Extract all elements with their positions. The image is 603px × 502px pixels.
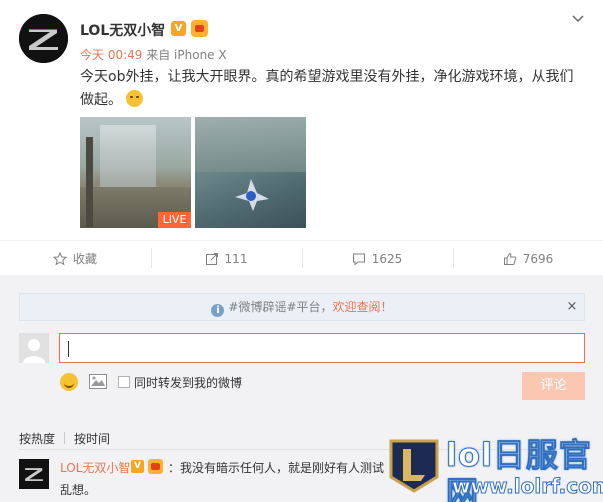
z-logo-icon bbox=[19, 14, 68, 63]
text-caret bbox=[68, 341, 69, 357]
rumor-notice-banner: i #微博辟谣#平台，欢迎查阅！ bbox=[19, 293, 585, 321]
medal-icon[interactable] bbox=[191, 20, 208, 37]
game-character-icon bbox=[235, 179, 269, 211]
z-logo-icon bbox=[19, 459, 49, 489]
divider bbox=[151, 248, 152, 268]
info-icon: i bbox=[211, 304, 225, 317]
divider bbox=[453, 248, 454, 268]
repost-icon bbox=[205, 253, 218, 265]
image-content bbox=[86, 137, 93, 227]
commenter-avatar[interactable] bbox=[19, 459, 49, 489]
image-content bbox=[195, 117, 306, 172]
weibo-post: LOL无双小智 V 今天 00:49 来自 iPhone X 今天ob外挂，让我… bbox=[0, 0, 603, 240]
commenter-name[interactable]: LOL无双小智 bbox=[60, 459, 130, 476]
like-count: 7696 bbox=[522, 252, 554, 266]
chevron-down-icon[interactable] bbox=[572, 13, 584, 25]
comment-text: ：我没有暗示任何人，就是刚好有人测试 bbox=[168, 461, 385, 475]
comment-button[interactable]: 1625 bbox=[302, 241, 452, 277]
notice-link[interactable]: 欢迎查阅！ bbox=[333, 300, 393, 314]
post-text-body: 今天ob外挂，让我大开眼界。真的希望游戏里没有外挂，净化游戏环境，从我们做起。 bbox=[80, 69, 574, 108]
like-button[interactable]: 7696 bbox=[453, 241, 603, 277]
verified-badge-icon[interactable]: V bbox=[171, 21, 186, 36]
post-meta: 今天 00:49 来自 iPhone X bbox=[80, 46, 227, 63]
repost-checkbox[interactable] bbox=[118, 376, 130, 388]
repost-checkbox-label[interactable]: 同时转发到我的微博 bbox=[134, 374, 242, 391]
sort-by-time[interactable]: 按时间 bbox=[74, 432, 110, 446]
divider bbox=[64, 432, 66, 444]
medal-icon[interactable] bbox=[148, 459, 163, 474]
image-upload-icon[interactable] bbox=[89, 374, 107, 389]
close-icon[interactable]: × bbox=[566, 299, 578, 315]
live-badge: LIVE bbox=[158, 212, 191, 228]
favorite-button[interactable]: 收藏 bbox=[0, 241, 150, 277]
repost-count: 111 bbox=[224, 252, 248, 266]
comment-input[interactable] bbox=[59, 333, 585, 363]
emoji-icon bbox=[126, 90, 144, 107]
post-text: 今天ob外挂，让我大开眼界。真的希望游戏里没有外挂，净化游戏环境，从我们做起。 bbox=[80, 66, 585, 112]
divider bbox=[302, 248, 303, 268]
post-username[interactable]: LOL无双小智 bbox=[80, 20, 165, 40]
notice-text[interactable]: #微博辟谣#平台， bbox=[228, 300, 332, 314]
user-avatar[interactable] bbox=[19, 14, 68, 63]
my-avatar bbox=[19, 333, 49, 363]
lol-logo-icon bbox=[389, 439, 439, 493]
comment-sort: 按热度 按时间 bbox=[19, 430, 110, 447]
post-source: 来自 iPhone X bbox=[146, 48, 227, 62]
comment-icon bbox=[352, 253, 365, 266]
post-image-game[interactable] bbox=[195, 117, 306, 228]
verified-badge-icon[interactable]: V bbox=[131, 460, 144, 473]
watermark-url: www.lolrf.com bbox=[452, 474, 603, 499]
comment-count: 1625 bbox=[371, 252, 403, 266]
image-content bbox=[100, 125, 156, 187]
comment-text-tail: 乱想。 bbox=[60, 483, 97, 497]
submit-comment-button[interactable]: 评论 bbox=[522, 372, 585, 400]
post-time[interactable]: 今天 00:49 bbox=[80, 48, 142, 62]
emoji-picker-icon[interactable] bbox=[60, 373, 78, 391]
sort-by-heat[interactable]: 按热度 bbox=[19, 432, 55, 446]
default-avatar-icon bbox=[19, 333, 49, 363]
star-icon bbox=[52, 251, 68, 266]
repost-button[interactable]: 111 bbox=[151, 241, 301, 277]
thumbs-up-icon bbox=[503, 252, 517, 265]
favorite-label: 收藏 bbox=[72, 252, 97, 266]
